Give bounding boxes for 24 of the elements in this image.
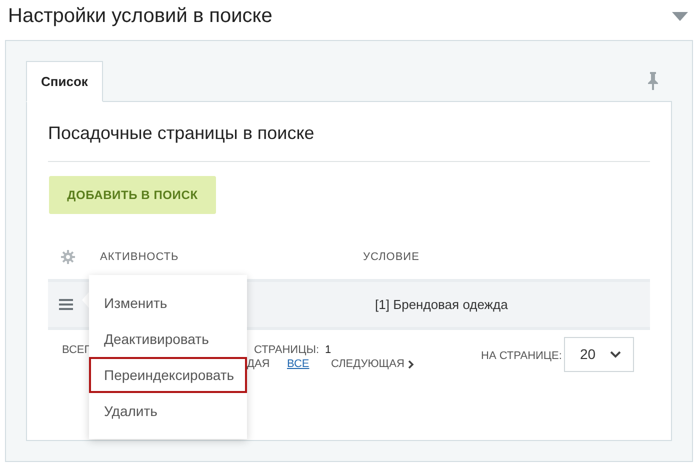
per-page-label: НА СТРАНИЦЕ: xyxy=(481,349,562,364)
column-header: УСЛОВИЕ xyxy=(363,250,420,265)
next-link[interactable]: СЛЕДУЮЩАЯ xyxy=(331,356,414,372)
table-cell-text: [1] Брендовая одежда xyxy=(375,296,508,314)
chevron-down-icon xyxy=(610,351,621,358)
pin-icon[interactable] xyxy=(648,72,658,90)
prev-link[interactable]: ДАЯ xyxy=(247,356,270,372)
total-label: ВСЕГ xyxy=(62,343,90,358)
settings-icon[interactable] xyxy=(61,250,75,264)
pages-count: 1 xyxy=(325,343,332,358)
chevron-right-icon xyxy=(408,360,414,369)
menu-item[interactable]: Переиндексировать xyxy=(89,357,247,393)
all-link[interactable]: ВСЕ xyxy=(287,356,310,372)
section-heading: Посадочные страницы в поиске xyxy=(48,120,650,162)
menu-icon[interactable] xyxy=(59,299,73,310)
pages-label: СТРАНИЦЫ: xyxy=(254,343,320,358)
menu-item[interactable]: Изменить xyxy=(89,285,247,321)
add-button[interactable]: ДОБАВИТЬ В ПОИСК xyxy=(49,176,216,214)
collapse-icon[interactable] xyxy=(672,12,688,20)
per-page-select[interactable]: 20 xyxy=(564,337,634,372)
menu-item[interactable]: Удалить xyxy=(89,393,247,429)
column-header: АКТИВНОСТЬ xyxy=(100,250,180,265)
page-title: Настройки условий в поиске xyxy=(8,4,272,29)
tab[interactable]: Список xyxy=(26,61,103,102)
